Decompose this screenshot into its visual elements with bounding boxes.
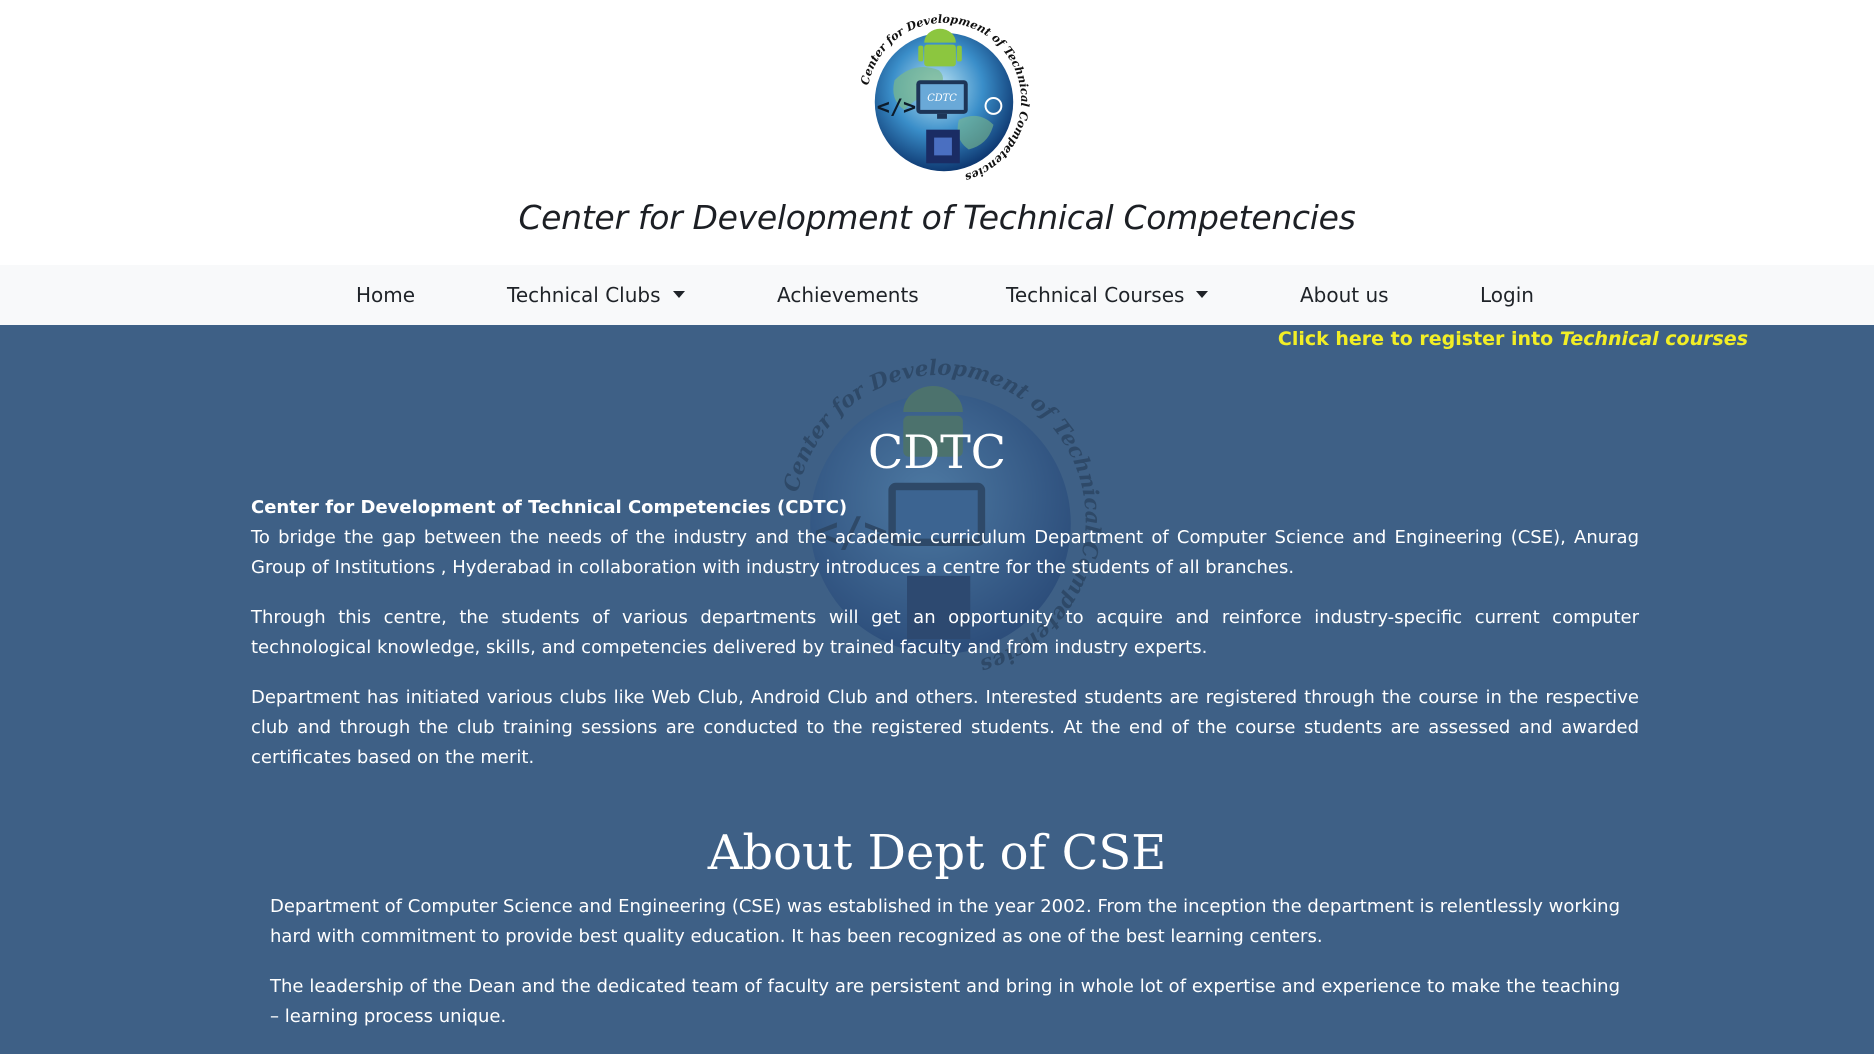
cdtc-logo[interactable]: CDTC </> Center for Development of Techn… [855,10,1033,190]
site-title: Center for Development of Technical Comp… [518,198,1356,237]
cdtc-paragraph-2: Through this centre, the students of var… [251,607,1639,658]
nav-home[interactable]: Home [356,265,415,325]
cdtc-paragraph-1: Center for Development of Technical Comp… [251,493,1639,583]
nav-technical-courses[interactable]: Technical Courses [1006,265,1209,325]
about-cse-heading: About Dept of CSE [707,825,1167,881]
chevron-down-icon [672,291,685,298]
main-content: Click here to register into Technical co… [0,325,1874,1054]
nav-login-label: Login [1480,283,1534,307]
register-link-emphasis: Technical courses [1559,328,1748,350]
about-cse-paragraph-2: The leadership of the Dean and the dedic… [270,976,1620,1027]
main-navbar: Home Technical Clubs Achievements Techni… [0,265,1874,326]
cdtc-lead: Center for Development of Technical Comp… [251,497,848,518]
nav-login[interactable]: Login [1480,265,1534,325]
register-link-prefix: Click here to register into [1277,328,1560,350]
nav-about-us[interactable]: About us [1300,265,1389,325]
cdtc-paragraph-1-text: To bridge the gap between the needs of t… [251,527,1639,578]
site-header: CDTC </> Center for Development of Techn… [0,0,1874,265]
about-cse-description: Department of Computer Science and Engin… [270,892,1620,1052]
cdtc-paragraph-3: Department has initiated various clubs l… [251,687,1639,768]
cdtc-heading: CDTC [868,425,1006,479]
nav-home-label: Home [356,283,416,307]
register-link[interactable]: Click here to register into Technical co… [1278,328,1748,350]
nav-technical-clubs-label: Technical Clubs [507,283,661,307]
logo-screen-text: CDTC [927,93,957,104]
nav-achievements[interactable]: Achievements [777,265,919,325]
svg-text:</>: </> [877,95,916,120]
cdtc-description: Center for Development of Technical Comp… [251,493,1639,793]
nav-achievements-label: Achievements [777,283,919,307]
nav-about-us-label: About us [1300,283,1389,307]
chevron-down-icon [1196,291,1209,298]
nav-technical-clubs[interactable]: Technical Clubs [507,265,685,325]
nav-technical-courses-label: Technical Courses [1006,283,1185,307]
about-cse-paragraph-1: Department of Computer Science and Engin… [270,896,1620,947]
